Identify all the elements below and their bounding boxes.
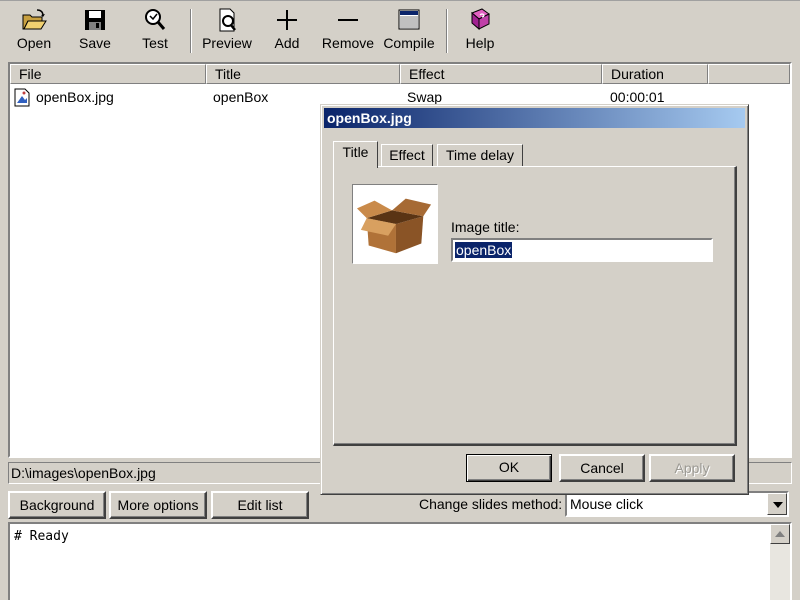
change-slides-label: Change slides method: (419, 496, 563, 512)
window-compile-icon (398, 9, 420, 30)
minus-icon (338, 19, 358, 21)
image-title-input[interactable]: openBox (451, 238, 713, 262)
image-title-value: openBox (455, 242, 513, 258)
column-header-empty (708, 64, 790, 84)
chevron-down-icon[interactable] (767, 493, 787, 515)
add-button[interactable]: Add (270, 7, 304, 57)
preview-button[interactable]: Preview (199, 7, 255, 57)
folder-open-icon (22, 9, 47, 30)
toolbar-separator (446, 9, 448, 53)
row-title: openBox (213, 89, 269, 105)
column-header-file[interactable]: File (10, 64, 206, 84)
help-button[interactable]: Help (462, 7, 498, 57)
edit-list-button[interactable]: Edit list (211, 491, 309, 519)
change-slides-value: Mouse click (570, 496, 644, 512)
magnifier-test-icon (145, 9, 166, 30)
scroll-up-icon[interactable] (770, 524, 790, 544)
image-thumbnail (352, 184, 438, 264)
toolbar-separator (190, 9, 192, 53)
remove-button[interactable]: Remove (319, 7, 377, 57)
row-effect: Swap (407, 89, 443, 105)
open-box-image (356, 198, 432, 254)
test-button[interactable]: Test (137, 7, 173, 57)
dialog-tabs: Title Effect Time delay (333, 141, 733, 168)
plus-icon (277, 10, 297, 30)
tab-effect[interactable]: Effect (381, 144, 433, 167)
log-scrollbar[interactable] (770, 524, 790, 600)
slideshow-app-window: Open Save Test Preview Add Remove Compil… (0, 0, 800, 600)
compile-button[interactable]: Compile (383, 7, 435, 57)
slide-properties-dialog: openBox.jpg Title Effect Time delay Imag… (320, 104, 749, 495)
preview-label: Preview (202, 35, 252, 51)
add-label: Add (274, 35, 300, 51)
preview-page-icon (219, 8, 236, 32)
column-header-effect[interactable]: Effect (400, 64, 602, 84)
floppy-disk-icon (85, 10, 105, 30)
image-title-label: Image title: (451, 219, 520, 235)
open-label: Open (16, 35, 52, 51)
row-file: openBox.jpg (36, 89, 114, 105)
tab-title[interactable]: Title (333, 141, 378, 168)
help-book-icon (471, 8, 490, 31)
ok-button[interactable]: OK (466, 454, 552, 482)
apply-button[interactable]: Apply (649, 454, 735, 482)
tab-time-delay[interactable]: Time delay (437, 144, 523, 167)
save-button[interactable]: Save (76, 7, 114, 57)
compile-label: Compile (383, 35, 435, 51)
help-label: Help (465, 35, 495, 51)
dialog-title[interactable]: openBox.jpg (324, 108, 745, 128)
column-header-duration[interactable]: Duration (602, 64, 708, 84)
column-header-title[interactable]: Title (206, 64, 400, 84)
save-label: Save (79, 35, 111, 51)
remove-label: Remove (321, 35, 375, 51)
background-button[interactable]: Background (8, 491, 106, 519)
row-duration: 00:00:01 (610, 89, 665, 105)
open-button[interactable]: Open (14, 7, 54, 57)
image-file-icon (14, 88, 30, 107)
log-output[interactable]: # Ready (8, 522, 792, 600)
log-text: # Ready (14, 529, 69, 544)
test-label: Test (142, 35, 168, 51)
more-options-button[interactable]: More options (109, 491, 207, 519)
cancel-button[interactable]: Cancel (559, 454, 645, 482)
title-tab-panel: Image title: openBox (333, 166, 737, 446)
list-header: File Title Effect Duration (10, 64, 790, 84)
toolbar: Open Save Test Preview Add Remove Compil… (0, 0, 800, 60)
